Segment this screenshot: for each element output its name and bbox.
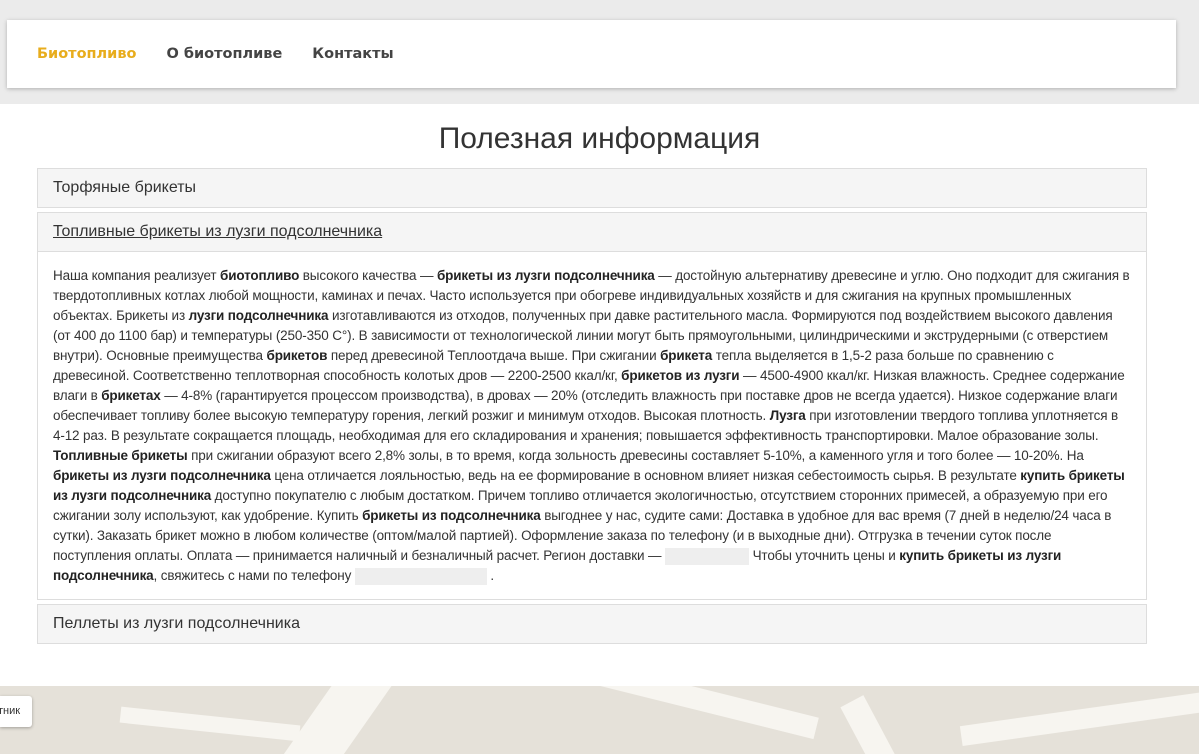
nav-link-biotoplivo[interactable]: Биотопливо	[37, 46, 136, 62]
accordion-panel-husk-briquettes: Топливные брикеты из лузги подсолнечника…	[37, 212, 1147, 600]
accordion-panel-peat: Торфяные брикеты	[37, 168, 1147, 208]
accordion-header-husk-briquettes[interactable]: Топливные брикеты из лузги подсолнечника	[38, 213, 1146, 252]
body-bold-text: брикеты из лузги подсолнечника	[53, 468, 271, 483]
map-area[interactable]	[0, 686, 1199, 754]
body-bold-text: брикеты из подсолнечника	[362, 508, 541, 523]
redacted-region-field	[664, 547, 749, 565]
map-road	[119, 706, 301, 742]
body-bold-text: брикетов из лузги	[621, 368, 740, 383]
body-bold-text: лузги подсолнечника	[188, 308, 329, 323]
info-accordion: Торфяные брикеты Топливные брикеты из лу…	[37, 168, 1147, 648]
body-bold-text: брикетах	[101, 388, 161, 403]
accordion-title-peat: Торфяные брикеты	[53, 179, 197, 196]
map-control-button[interactable]: тник	[0, 696, 32, 727]
body-text: .	[490, 568, 494, 583]
body-text: , свяжитесь с нами по телефону	[153, 568, 355, 583]
map-road	[959, 690, 1199, 746]
page-title: Полезная информация	[438, 122, 761, 155]
map-road	[261, 686, 399, 754]
accordion-header-pellets[interactable]: Пеллеты из лузги подсолнечника	[38, 605, 1146, 643]
body-bold-text: брикетов	[266, 348, 328, 363]
nav-link-contacts[interactable]: Контакты	[312, 46, 393, 62]
nav-link-about[interactable]: О биотопливе	[166, 46, 282, 62]
body-bold-text: Лузга	[769, 408, 806, 423]
body-bold-text: брикета	[660, 348, 713, 363]
body-text: Наша компания реализует	[53, 268, 221, 283]
accordion-panel-pellets: Пеллеты из лузги подсолнечника	[37, 604, 1147, 644]
body-text: перед древесиной Теплоотдача выше. При с…	[327, 348, 661, 363]
accordion-body-husk-briquettes: Наша компания реализует биотопливо высок…	[38, 252, 1146, 599]
accordion-title-husk-briquettes: Топливные брикеты из лузги подсолнечника	[53, 223, 383, 240]
accordion-header-peat[interactable]: Торфяные брикеты	[38, 169, 1146, 207]
accordion-title-pellets: Пеллеты из лузги подсолнечника	[53, 615, 300, 632]
body-bold-text: Топливные брикеты	[53, 448, 188, 463]
map-road	[840, 695, 906, 754]
body-bold-text: брикеты из лузги подсолнечника	[436, 268, 655, 283]
body-bold-text: биотопливо	[220, 268, 300, 283]
top-navbar: Биотопливо О биотопливе Контакты	[7, 20, 1176, 88]
body-text: цена отличается лояльностью, ведь на ее …	[270, 468, 1021, 483]
body-text: Чтобы уточнить цены и	[748, 548, 900, 563]
body-text: высокого качества —	[299, 268, 437, 283]
redacted-phone-field	[354, 567, 487, 585]
body-text: при сжигании образуют всего 2,8% золы, в…	[187, 448, 1084, 463]
map-road	[561, 686, 819, 740]
